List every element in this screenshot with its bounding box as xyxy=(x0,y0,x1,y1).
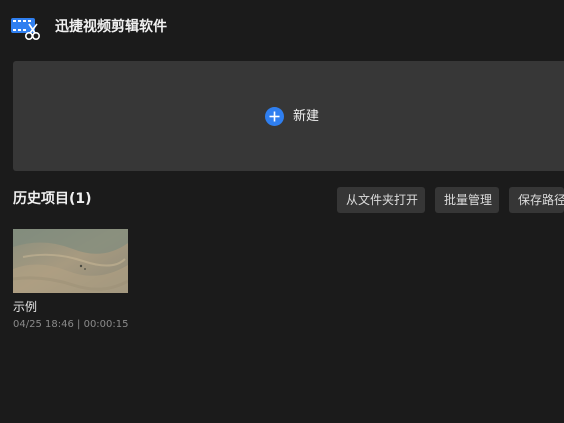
open-from-folder-button[interactable]: 从文件夹打开 xyxy=(337,187,425,213)
batch-manage-button[interactable]: 批量管理 xyxy=(435,187,499,213)
sand-dunes-thumbnail[interactable] xyxy=(13,229,128,293)
history-section-title: 历史项目(1) xyxy=(13,191,92,207)
app-title: 迅捷视频剪辑软件 xyxy=(55,19,167,35)
app-header: 迅捷视频剪辑软件 xyxy=(0,0,564,56)
save-path-button[interactable]: 保存路径 xyxy=(509,187,564,213)
project-date: 04/25 18:46 xyxy=(13,319,74,330)
video-scissors-logo-icon xyxy=(10,15,40,41)
new-project-label: 新建 xyxy=(293,109,320,124)
plus-circle-icon xyxy=(265,107,284,126)
project-duration: 00:00:15 xyxy=(83,319,129,330)
meta-separator: | xyxy=(77,319,81,330)
project-meta: 04/25 18:46 | 00:00:15 xyxy=(13,318,129,332)
new-project-button[interactable]: 新建 xyxy=(13,61,564,171)
project-name: 示例 xyxy=(13,300,38,314)
